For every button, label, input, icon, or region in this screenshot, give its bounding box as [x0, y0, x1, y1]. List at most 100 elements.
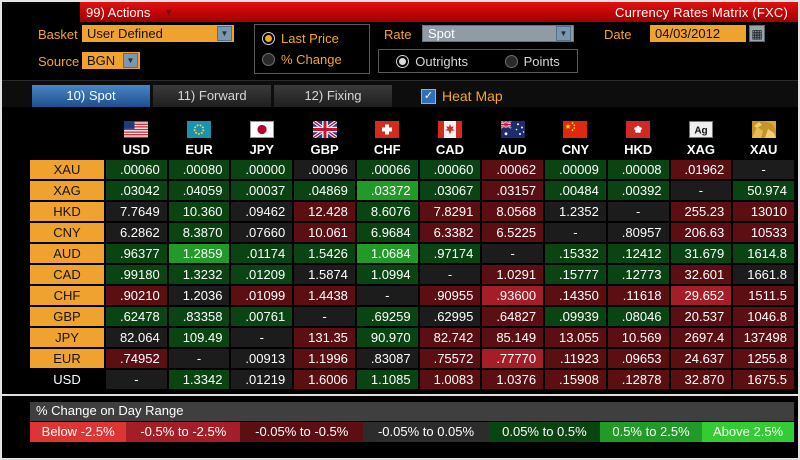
cell-xag-jpy[interactable]: .00037 — [231, 181, 293, 200]
cell-chf-jpy[interactable]: .01099 — [231, 286, 293, 305]
cell-xau-xag[interactable]: .01962 — [670, 160, 732, 179]
rate-select[interactable]: Spot ▼ — [422, 25, 574, 42]
radio-dot[interactable] — [262, 53, 275, 66]
cell-usd-cny[interactable]: .15908 — [545, 370, 606, 389]
cell-xau-chf[interactable]: .00066 — [356, 160, 418, 179]
cell-usd-aud[interactable]: 1.0376 — [482, 370, 544, 389]
cell-cad-eur[interactable]: 1.3232 — [168, 265, 230, 284]
cell-cad-chf[interactable]: 1.0994 — [356, 265, 418, 284]
cell-cny-cny[interactable]: - — [545, 223, 606, 242]
cell-xag-xau[interactable]: 50.974 — [733, 181, 794, 200]
cell-cad-xag[interactable]: 32.601 — [670, 265, 732, 284]
cell-usd-usd[interactable]: - — [106, 370, 167, 389]
basket-select[interactable]: User Defined ▼ — [82, 25, 234, 42]
cell-aud-eur[interactable]: 1.2859 — [168, 244, 230, 263]
cell-jpy-cny[interactable]: 13.055 — [545, 328, 606, 347]
cell-eur-cny[interactable]: .11923 — [545, 349, 606, 368]
cell-usd-gbp[interactable]: 1.6006 — [294, 370, 355, 389]
cell-jpy-gbp[interactable]: 131.35 — [294, 328, 355, 347]
cell-xau-xau[interactable]: - — [733, 160, 794, 179]
cell-aud-cad[interactable]: .97174 — [419, 244, 481, 263]
cell-eur-aud[interactable]: .77770 — [482, 349, 544, 368]
cell-cny-aud[interactable]: 6.5225 — [482, 223, 544, 242]
cell-chf-cad[interactable]: .90955 — [419, 286, 481, 305]
cell-cny-xag[interactable]: 206.63 — [670, 223, 732, 242]
radio-dot[interactable] — [262, 32, 275, 45]
cell-hkd-cny[interactable]: 1.2352 — [545, 202, 606, 221]
cell-chf-aud[interactable]: .93600 — [482, 286, 544, 305]
cell-hkd-cad[interactable]: 7.8291 — [419, 202, 481, 221]
cell-cny-xau[interactable]: 10533 — [733, 223, 794, 242]
cell-aud-cny[interactable]: .15332 — [545, 244, 606, 263]
cell-eur-gbp[interactable]: 1.1996 — [294, 349, 355, 368]
cell-xag-chf[interactable]: .03372 — [356, 181, 418, 200]
cell-jpy-hkd[interactable]: 10.569 — [607, 328, 669, 347]
radio-outrights[interactable]: Outrights — [396, 54, 468, 69]
cell-gbp-xag[interactable]: 20.537 — [670, 307, 732, 326]
cell-cny-cad[interactable]: 6.3382 — [419, 223, 481, 242]
cell-eur-xag[interactable]: 24.637 — [670, 349, 732, 368]
cell-xau-cny[interactable]: .00009 — [545, 160, 606, 179]
cell-gbp-hkd[interactable]: .08046 — [607, 307, 669, 326]
cell-usd-jpy[interactable]: .01219 — [231, 370, 293, 389]
cell-eur-chf[interactable]: .83087 — [356, 349, 418, 368]
cell-cad-cny[interactable]: .15777 — [545, 265, 606, 284]
cell-aud-chf[interactable]: 1.0684 — [356, 244, 418, 263]
cell-gbp-gbp[interactable]: - — [294, 307, 355, 326]
cell-aud-usd[interactable]: .96377 — [106, 244, 167, 263]
cell-xag-usd[interactable]: .03042 — [106, 181, 167, 200]
cell-chf-hkd[interactable]: .11618 — [607, 286, 669, 305]
cell-hkd-aud[interactable]: 8.0568 — [482, 202, 544, 221]
cell-gbp-xau[interactable]: 1046.8 — [733, 307, 794, 326]
cell-cad-jpy[interactable]: .01209 — [231, 265, 293, 284]
cell-xag-hkd[interactable]: .00392 — [607, 181, 669, 200]
cell-usd-eur[interactable]: 1.3342 — [168, 370, 230, 389]
cell-jpy-chf[interactable]: 90.970 — [356, 328, 418, 347]
cell-chf-eur[interactable]: 1.2036 — [168, 286, 230, 305]
cell-jpy-xau[interactable]: 137498 — [733, 328, 794, 347]
cell-hkd-xag[interactable]: 255.23 — [670, 202, 732, 221]
cell-cad-xau[interactable]: 1661.8 — [733, 265, 794, 284]
cell-xag-xag[interactable]: - — [670, 181, 732, 200]
cell-usd-hkd[interactable]: .12878 — [607, 370, 669, 389]
cell-gbp-cny[interactable]: .09939 — [545, 307, 606, 326]
cell-chf-xag[interactable]: 29.652 — [670, 286, 732, 305]
cell-cad-cad[interactable]: - — [419, 265, 481, 284]
cell-chf-gbp[interactable]: 1.4438 — [294, 286, 355, 305]
tab-11-forward[interactable]: 11) Forward — [153, 85, 271, 107]
cell-xau-hkd[interactable]: .00008 — [607, 160, 669, 179]
cell-aud-gbp[interactable]: 1.5426 — [294, 244, 355, 263]
cell-aud-jpy[interactable]: .01174 — [231, 244, 293, 263]
radio-dot[interactable] — [396, 54, 410, 68]
cell-cny-hkd[interactable]: .80957 — [607, 223, 669, 242]
heat-map-checkbox[interactable]: ✓ — [421, 88, 436, 104]
tab-10-spot[interactable]: 10) Spot — [32, 85, 150, 107]
chevron-down-icon[interactable]: ▼ — [123, 53, 138, 68]
cell-aud-xau[interactable]: 1614.8 — [733, 244, 794, 263]
cell-hkd-gbp[interactable]: 12.428 — [294, 202, 355, 221]
cell-xau-gbp[interactable]: .00096 — [294, 160, 355, 179]
cell-usd-chf[interactable]: 1.1085 — [356, 370, 418, 389]
cell-usd-xau[interactable]: 1675.5 — [733, 370, 794, 389]
cell-jpy-xag[interactable]: 2697.4 — [670, 328, 732, 347]
calendar-icon[interactable]: ▦ — [749, 25, 765, 42]
cell-xau-eur[interactable]: .00080 — [168, 160, 230, 179]
cell-cad-usd[interactable]: .99180 — [106, 265, 167, 284]
cell-eur-usd[interactable]: .74952 — [106, 349, 167, 368]
cell-eur-cad[interactable]: .75572 — [419, 349, 481, 368]
cell-jpy-eur[interactable]: 109.49 — [168, 328, 230, 347]
tab-12-fixing[interactable]: 12) Fixing — [274, 85, 392, 107]
cell-xag-eur[interactable]: .04059 — [168, 181, 230, 200]
cell-hkd-chf[interactable]: 8.6076 — [356, 202, 418, 221]
cell-aud-xag[interactable]: 31.679 — [670, 244, 732, 263]
cell-usd-cad[interactable]: 1.0083 — [419, 370, 481, 389]
cell-jpy-jpy[interactable]: - — [231, 328, 293, 347]
cell-cny-gbp[interactable]: 10.061 — [294, 223, 355, 242]
cell-aud-aud[interactable]: - — [482, 244, 544, 263]
cell-jpy-cad[interactable]: 82.742 — [419, 328, 481, 347]
cell-chf-xau[interactable]: 1511.5 — [733, 286, 794, 305]
date-input[interactable]: 04/03/2012 — [650, 25, 746, 42]
cell-hkd-jpy[interactable]: .09462 — [231, 202, 293, 221]
cell-eur-xau[interactable]: 1255.8 — [733, 349, 794, 368]
cell-jpy-aud[interactable]: 85.149 — [482, 328, 544, 347]
